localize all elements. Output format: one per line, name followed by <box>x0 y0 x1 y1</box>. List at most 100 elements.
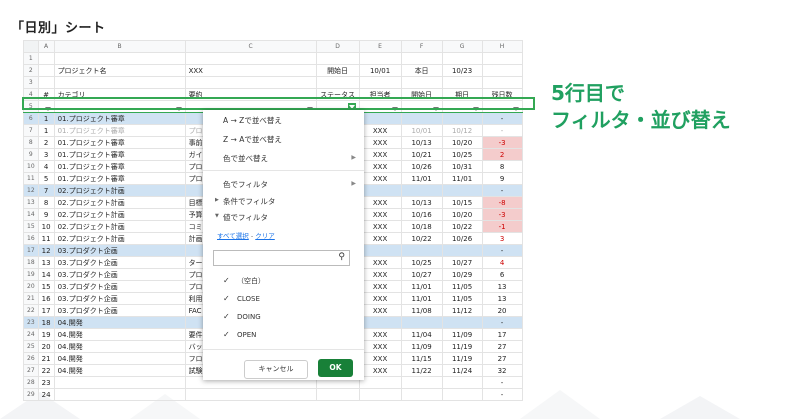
cell[interactable]: XXX <box>358 256 402 269</box>
cell[interactable]: 8 <box>481 160 523 173</box>
cell[interactable] <box>53 76 186 89</box>
cell[interactable] <box>481 100 523 113</box>
cell[interactable]: - <box>481 376 523 389</box>
row-number[interactable]: 6 <box>23 112 39 125</box>
cell[interactable]: 04.開発 <box>53 340 186 353</box>
cell[interactable]: プロジェクト名 <box>53 64 186 77</box>
cell[interactable]: 本日 <box>400 64 443 77</box>
cell[interactable]: XXX <box>358 124 402 137</box>
cell[interactable]: 9 <box>481 172 523 185</box>
cell[interactable]: 10/25 <box>400 256 443 269</box>
cell[interactable]: 01.プロジェクト審章 <box>53 160 186 173</box>
cell[interactable] <box>400 76 443 89</box>
cell[interactable]: 10/16 <box>400 208 443 221</box>
cell[interactable]: 13 <box>481 280 523 293</box>
cell[interactable] <box>53 52 186 65</box>
cell[interactable] <box>37 76 55 89</box>
cell[interactable] <box>53 376 186 389</box>
cell[interactable]: 03.プロダクト企画 <box>53 304 186 317</box>
cell[interactable]: 10/26 <box>400 160 443 173</box>
row-number[interactable]: 12 <box>23 184 39 197</box>
cell[interactable]: 期日 <box>441 88 483 101</box>
cell[interactable]: 10/22 <box>400 232 443 245</box>
cell[interactable]: 10 <box>37 220 55 233</box>
cell[interactable]: 2 <box>481 148 523 161</box>
cell[interactable]: 01.プロジェクト審章 <box>53 112 186 125</box>
cell[interactable]: 10/15 <box>441 196 483 209</box>
cell[interactable]: 3 <box>37 148 55 161</box>
cell[interactable]: XXX <box>358 220 402 233</box>
cell[interactable]: 10/27 <box>400 268 443 281</box>
cell[interactable]: 02.プロジェクト計画 <box>53 208 186 221</box>
cell[interactable]: 13 <box>481 292 523 305</box>
cell[interactable]: 02.プロジェクト計画 <box>53 232 186 245</box>
cell[interactable]: 11/19 <box>441 340 483 353</box>
cell[interactable]: 10/01 <box>358 64 402 77</box>
cell[interactable]: XXX <box>358 292 402 305</box>
filter-icon[interactable] <box>175 106 182 111</box>
cell[interactable] <box>358 184 402 197</box>
cell[interactable] <box>400 112 443 125</box>
cell[interactable]: 11/04 <box>400 328 443 341</box>
cell[interactable]: 04.開発 <box>53 328 186 341</box>
row-number[interactable]: 28 <box>23 376 39 389</box>
cell[interactable]: 11 <box>37 232 55 245</box>
cell[interactable]: -1 <box>481 220 523 233</box>
cell[interactable]: 10/18 <box>400 220 443 233</box>
row-number[interactable]: 10 <box>23 160 39 173</box>
cell[interactable]: 17 <box>481 328 523 341</box>
cell[interactable]: 2 <box>37 136 55 149</box>
cell[interactable]: 開始日 <box>315 64 360 77</box>
cell[interactable]: XXX <box>358 304 402 317</box>
cell[interactable] <box>184 76 317 89</box>
cell[interactable]: 23 <box>37 376 55 389</box>
cell[interactable]: ステータス <box>315 88 360 101</box>
cell[interactable] <box>441 376 483 389</box>
row-number[interactable]: 22 <box>23 304 39 317</box>
cell[interactable]: - <box>481 124 523 137</box>
cell[interactable]: 11/05 <box>441 280 483 293</box>
cell[interactable]: 11/08 <box>400 304 443 317</box>
cell[interactable]: 3 <box>481 232 523 245</box>
sort-z-to-a-item[interactable]: Z → Aで並べ替え <box>223 134 282 145</box>
cell[interactable] <box>53 100 186 113</box>
cell[interactable]: 14 <box>37 268 55 281</box>
cell[interactable]: 02.プロジェクト計画 <box>53 196 186 209</box>
cell[interactable]: XXX <box>358 340 402 353</box>
cell[interactable]: 11/09 <box>400 340 443 353</box>
cell[interactable] <box>358 376 402 389</box>
row-number[interactable]: 7 <box>23 124 39 137</box>
row-number[interactable]: 14 <box>23 208 39 221</box>
row-number[interactable]: 27 <box>23 364 39 377</box>
cell[interactable]: 10/31 <box>441 160 483 173</box>
cell[interactable]: 1 <box>37 124 55 137</box>
cell[interactable]: 11/01 <box>400 280 443 293</box>
cell[interactable]: 01.プロジェクト審章 <box>53 124 186 137</box>
column-header-a[interactable]: A <box>37 40 55 53</box>
filter-by-color-item[interactable]: 色でフィルタ <box>223 179 268 190</box>
column-header-g[interactable]: G <box>441 40 483 53</box>
cell[interactable]: カテゴリ <box>53 88 186 101</box>
cell[interactable] <box>315 388 360 401</box>
cell[interactable] <box>315 76 360 89</box>
row-number[interactable]: 17 <box>23 244 39 257</box>
cell[interactable]: 10/29 <box>441 268 483 281</box>
cell[interactable]: 10/25 <box>441 148 483 161</box>
cell[interactable]: XXX <box>358 352 402 365</box>
cell[interactable]: 11/05 <box>441 292 483 305</box>
cancel-button[interactable]: キャンセル <box>244 360 308 379</box>
corner-cell[interactable] <box>23 40 39 53</box>
cell[interactable]: - <box>481 112 523 125</box>
cell[interactable] <box>441 244 483 257</box>
cell[interactable]: XXX <box>184 64 317 77</box>
cell[interactable]: - <box>481 388 523 401</box>
cell[interactable]: - <box>481 184 523 197</box>
cell[interactable] <box>441 388 483 401</box>
cell[interactable]: XXX <box>358 232 402 245</box>
cell[interactable]: XXX <box>358 172 402 185</box>
cell[interactable]: 03.プロダクト企画 <box>53 256 186 269</box>
cell[interactable]: 10/20 <box>441 208 483 221</box>
cell[interactable]: 10/13 <box>400 196 443 209</box>
cell[interactable]: XXX <box>358 280 402 293</box>
row-number[interactable]: 23 <box>23 316 39 329</box>
